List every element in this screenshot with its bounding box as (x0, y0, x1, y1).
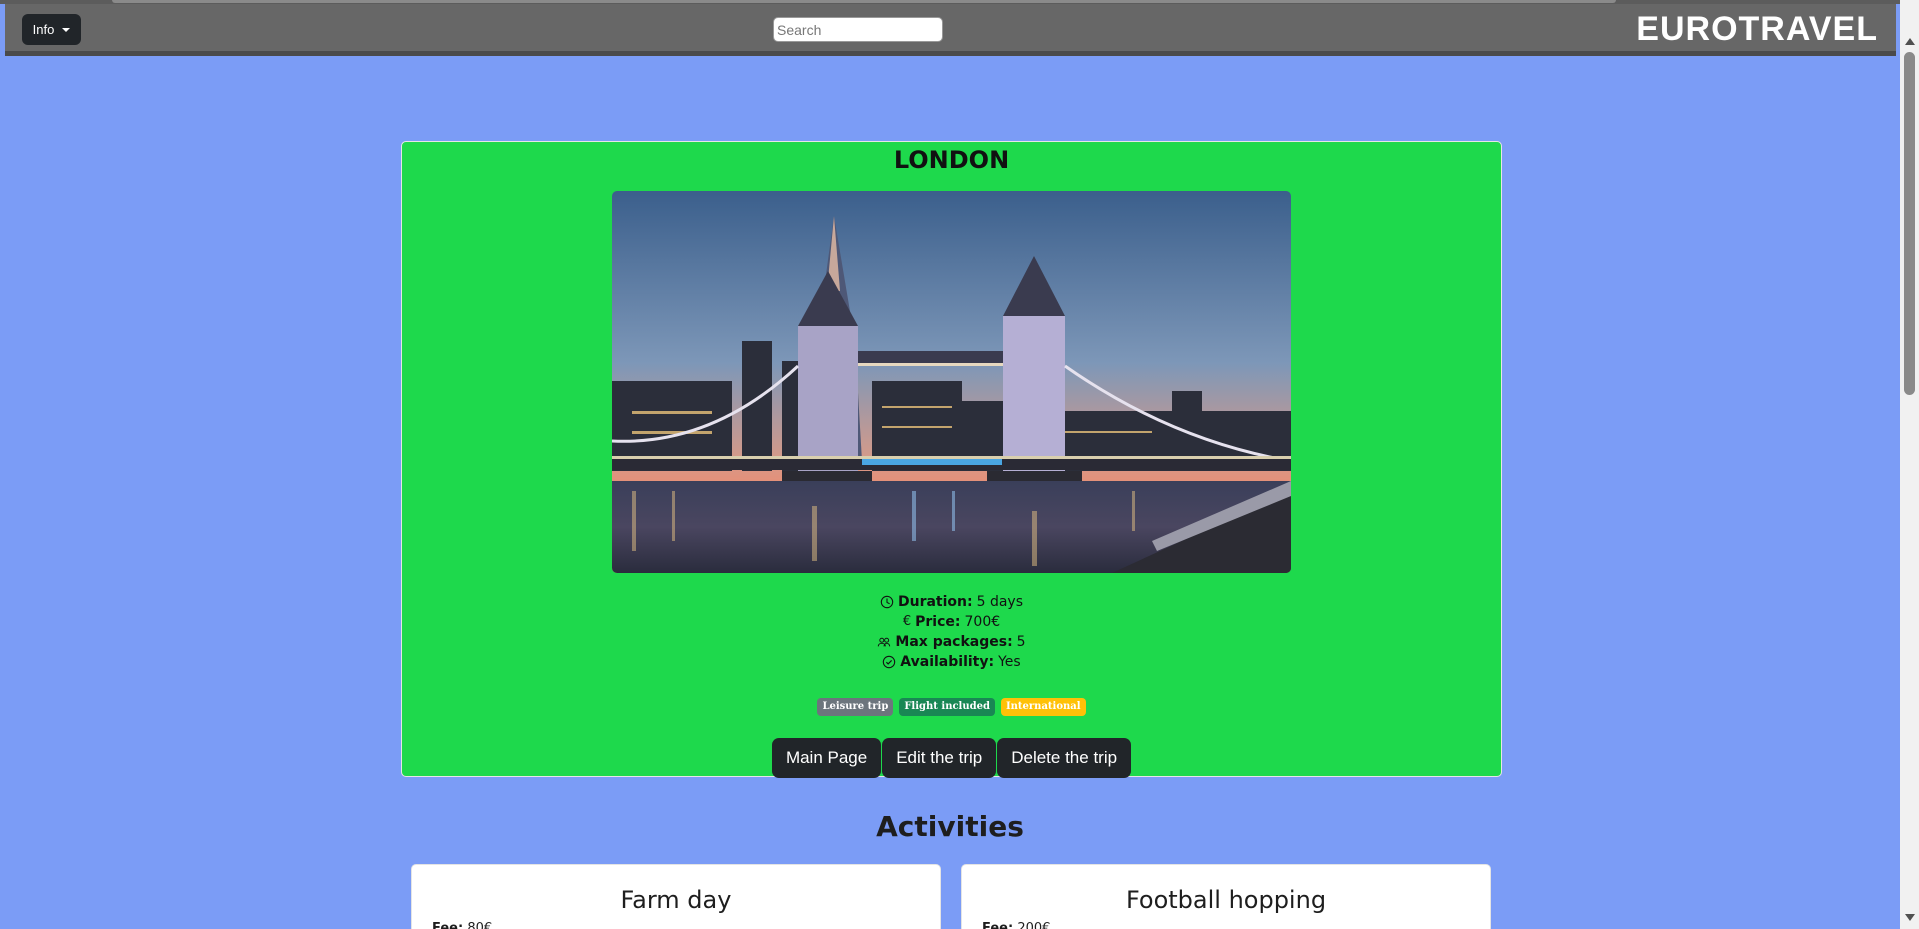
fee-value: 200€ (1017, 921, 1051, 929)
trip-card: LONDON Duration: 5 days € Price: 700€ Ma… (401, 141, 1502, 778)
activity-fee: Fee: 200€ (982, 921, 1050, 929)
euro-icon: € (902, 614, 912, 629)
trip-image (612, 191, 1291, 573)
edit-trip-button[interactable]: Edit the trip (882, 738, 997, 778)
badge-leisure-trip: Leisure trip (817, 698, 894, 716)
search-input[interactable] (773, 17, 943, 42)
delete-trip-button[interactable]: Delete the trip (997, 738, 1132, 778)
scrollbar-thumb[interactable] (1904, 52, 1915, 395)
clock-icon (880, 595, 894, 609)
trip-badges: Leisure trip Flight included Internation… (402, 698, 1501, 716)
badge-flight-included: Flight included (899, 698, 995, 716)
activities-heading: Activities (876, 810, 1024, 843)
page-scrollbar[interactable] (1900, 0, 1919, 929)
info-label: Info (32, 22, 55, 37)
duration-value: 5 days (976, 594, 1024, 610)
scroll-up-arrow-icon[interactable] (1905, 38, 1915, 45)
availability-row: Availability: Yes (402, 652, 1501, 672)
check-circle-icon (883, 655, 896, 669)
badge-international: International (1000, 698, 1086, 716)
main-page-button[interactable]: Main Page (771, 738, 882, 778)
activity-fee: Fee: 80€ (432, 921, 492, 929)
price-value: 700€ (964, 614, 1001, 630)
price-label: Price: (915, 614, 961, 630)
max-packages-value: 5 (1016, 634, 1026, 650)
caret-down-icon (62, 27, 71, 32)
activity-name: Farm day (620, 886, 732, 914)
price-row: € Price: 700€ (402, 612, 1501, 632)
navbar: Info EUROTRAVEL (5, 4, 1896, 56)
activity-card: Football hopping Fee: 200€ (961, 864, 1491, 929)
max-packages-label: Max packages: (895, 634, 1013, 650)
fee-label: Fee: (432, 921, 464, 929)
trip-actions: Main Page Edit the trip Delete the trip (402, 738, 1501, 778)
availability-label: Availability: (900, 654, 995, 670)
scroll-down-arrow-icon[interactable] (1905, 914, 1915, 921)
people-icon (878, 637, 891, 647)
browser-tab-strip (112, 0, 1616, 3)
london-tower-bridge-image (612, 191, 1291, 573)
activity-name: Football hopping (1125, 886, 1327, 914)
duration-label: Duration: (897, 594, 973, 610)
availability-value: Yes (998, 654, 1021, 670)
trip-title: LONDON (893, 146, 1010, 174)
duration-row: Duration: 5 days (402, 592, 1501, 612)
max-packages-row: Max packages: 5 (402, 632, 1501, 652)
trip-details: Duration: 5 days € Price: 700€ Max packa… (402, 592, 1501, 672)
info-dropdown-button[interactable]: Info (22, 14, 81, 45)
fee-label: Fee: (982, 921, 1014, 929)
fee-value: 80€ (467, 921, 493, 929)
brand-title[interactable]: EUROTRAVEL (1636, 10, 1878, 49)
activity-card: Farm day Fee: 80€ (411, 864, 941, 929)
